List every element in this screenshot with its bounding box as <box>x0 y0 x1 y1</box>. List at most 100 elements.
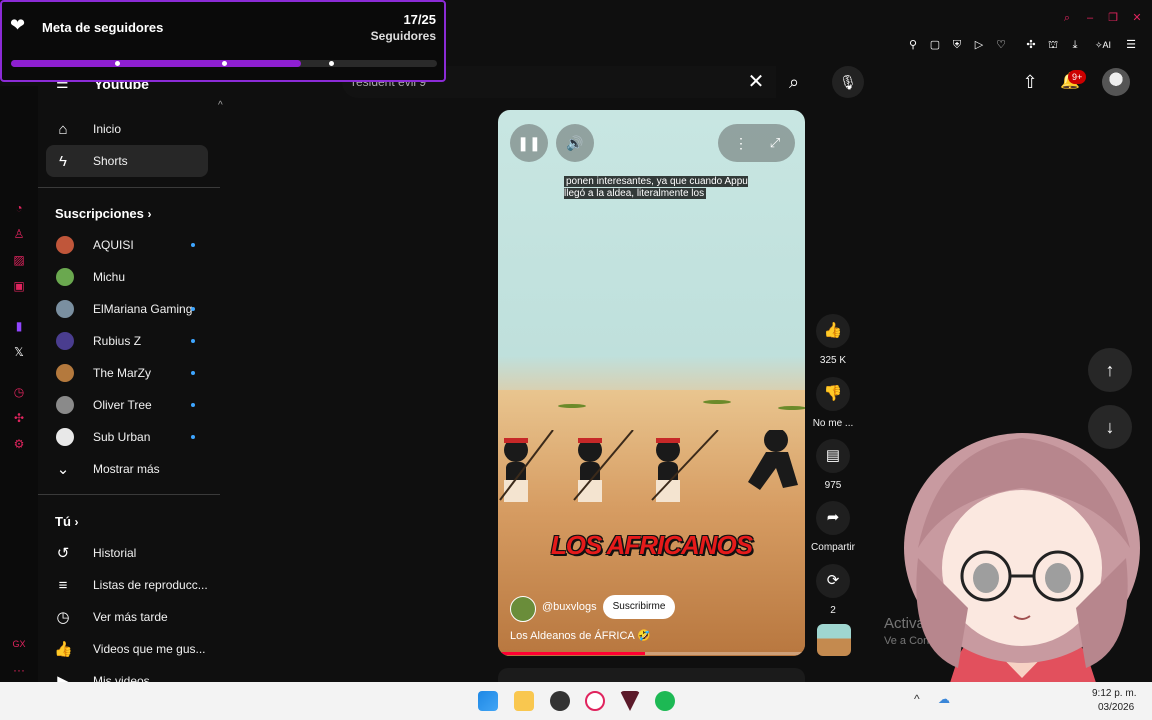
heart-icon[interactable]: ♡ <box>994 38 1008 52</box>
channel-name[interactable]: @buxvlogs <box>542 601 597 613</box>
subscription-item[interactable]: AQUISI <box>46 229 208 261</box>
next-short-preview[interactable] <box>498 668 805 682</box>
snapshot-icon[interactable]: ▢ <box>928 38 942 52</box>
channel-avatar[interactable] <box>510 596 536 622</box>
volume-icon[interactable]: 🔊 <box>556 124 594 162</box>
sidebar-item-my-videos[interactable]: ▶ Mis videos <box>46 665 208 682</box>
sidebar-item-label: Shorts <box>93 154 128 168</box>
bot-icon[interactable]: ♙ <box>11 226 27 242</box>
extensions-sidebar-icon[interactable]: ✣ <box>11 410 27 426</box>
ai-icon[interactable]: ✧AI <box>1090 38 1116 52</box>
notifications-badge: 9+ <box>1068 70 1087 84</box>
subscriptions-heading[interactable]: Suscripciones › <box>55 206 152 221</box>
tree-shape <box>558 404 586 408</box>
channel-avatar <box>56 396 74 414</box>
gx-icon[interactable]: GX <box>11 636 27 652</box>
sidebar-item-playlists[interactable]: ≡ Listas de reproducc... <box>46 569 208 601</box>
subscription-item[interactable]: ElMariana Gaming <box>46 293 208 325</box>
settings-sidebar-icon[interactable]: ⚙ <box>11 436 27 452</box>
opera-gx-icon[interactable] <box>585 691 605 711</box>
upload-icon[interactable]: ⇧ <box>1020 72 1040 92</box>
channel-avatar <box>56 428 74 446</box>
clock-date[interactable]: 03/2026 <box>1098 702 1134 713</box>
video-progress-bar[interactable] <box>498 652 805 655</box>
follower-goal-widget: ❤ Meta de seguidores 17/25 Seguidores <box>0 0 446 82</box>
widget-title: Meta de seguidores <box>42 20 164 35</box>
shield-icon[interactable]: ⛨ <box>950 38 964 52</box>
clock-icon: ◷ <box>56 609 70 626</box>
video-progress-fill <box>498 652 646 655</box>
speed-dial-icon[interactable]: ◔ <box>11 200 27 216</box>
comments-count: 975 <box>824 480 842 491</box>
search-icon[interactable]: ⌕ <box>776 66 812 98</box>
channel-avatar <box>56 268 74 286</box>
subscription-item[interactable]: Rubius Z <box>46 325 208 357</box>
like-button[interactable]: 👍 <box>816 314 850 348</box>
you-heading[interactable]: Tú › <box>55 514 79 529</box>
comments-button[interactable]: ▤ <box>816 439 850 473</box>
start-icon[interactable] <box>478 691 498 711</box>
extensions-icon[interactable]: ✣ <box>1024 38 1038 52</box>
video-title[interactable]: Los Aldeanos de ÁFRICA 🤣 <box>510 629 651 642</box>
file-explorer-icon[interactable] <box>514 691 534 711</box>
subscription-item[interactable]: Sub Urban <box>46 421 208 453</box>
obs-icon[interactable] <box>550 691 570 711</box>
twitch-icon[interactable]: ▮ <box>11 318 27 334</box>
mod-icon[interactable]: ▨ <box>11 252 27 268</box>
share-label: Compartir <box>811 542 855 553</box>
sidebar-item-historial[interactable]: ↺ Historial <box>46 537 208 569</box>
new-content-dot <box>191 371 195 375</box>
sidebar-item-liked-videos[interactable]: 👍 Videos que me gus... <box>46 633 208 665</box>
subscribe-button[interactable]: Suscribirme <box>603 595 675 619</box>
sidebar-item-shorts[interactable]: ϟ Shorts <box>46 145 208 177</box>
milestone-dot <box>115 61 120 66</box>
history-sidebar-icon[interactable]: ◷ <box>11 384 27 400</box>
dislike-button[interactable]: 👎 <box>816 377 850 411</box>
lock-icon[interactable]: ⛫ <box>1046 38 1060 52</box>
clock-time[interactable]: 9:12 p. m. <box>1092 688 1136 699</box>
valorant-icon[interactable] <box>620 691 640 711</box>
pin-icon[interactable]: ⚲ <box>906 38 920 52</box>
microphone-icon[interactable]: 🎙 <box>832 66 864 98</box>
sidebar-item-inicio[interactable]: ⌂ Inicio <box>46 113 208 145</box>
subscription-label: Rubius Z <box>93 334 142 348</box>
account-avatar[interactable] <box>1102 68 1130 96</box>
pause-icon[interactable]: ❚❚ <box>510 124 548 162</box>
onedrive-icon[interactable]: ☁ <box>938 692 950 706</box>
more-sidebar-icon[interactable]: ··· <box>11 662 27 678</box>
remix-button[interactable]: ⟳ <box>816 564 850 598</box>
x-twitter-icon[interactable]: 𝕏 <box>11 344 27 360</box>
likes-count: 325 K <box>819 355 847 366</box>
show-more-button[interactable]: ⌄ Mostrar más <box>46 453 208 485</box>
subscription-item[interactable]: The MarZy <box>46 357 208 389</box>
shorts-video-player[interactable]: ❚❚ 🔊 ⋮ ⤢ ponen interesantes, ya que cuan… <box>498 110 805 656</box>
new-content-dot <box>191 339 195 343</box>
spotify-icon[interactable] <box>655 691 675 711</box>
divider <box>38 494 220 495</box>
restore-icon[interactable]: ❐ <box>1106 11 1120 25</box>
play-icon[interactable]: ▷ <box>972 38 986 52</box>
download-icon[interactable]: ⤓ <box>1068 38 1082 52</box>
tree-shape <box>778 406 805 410</box>
remix-count: 2 <box>830 605 836 616</box>
share-button[interactable]: ➦ <box>816 501 850 535</box>
audio-thumbnail[interactable] <box>817 624 851 656</box>
tray-chevron-icon[interactable]: ^ <box>914 692 920 706</box>
video-options-pill: ⋮ ⤢ <box>718 124 795 162</box>
dislike-label: No me ... <box>812 418 854 429</box>
caption-text: ponen interesantes, ya que cuando Appu l… <box>564 176 748 199</box>
clear-search-icon[interactable]: ✕ <box>746 70 766 94</box>
menu-icon[interactable]: ☰ <box>1124 38 1138 52</box>
minimize-icon[interactable]: – <box>1083 11 1097 25</box>
home-icon: ⌂ <box>58 121 68 138</box>
previous-short-arrow-up-icon[interactable]: ↑ <box>1088 348 1132 392</box>
search-tab-icon[interactable]: ⌕ <box>1060 11 1074 25</box>
fullscreen-icon[interactable]: ⤢ <box>760 124 790 162</box>
close-window-icon[interactable]: ✕ <box>1130 11 1144 25</box>
subscription-item[interactable]: Michu <box>46 261 208 293</box>
subscription-item[interactable]: Oliver Tree <box>46 389 208 421</box>
sidebar-item-watch-later[interactable]: ◷ Ver más tarde <box>46 601 208 633</box>
messenger-icon[interactable]: ▣ <box>11 278 27 294</box>
more-vertical-icon[interactable]: ⋮ <box>726 124 756 162</box>
scroll-up-icon[interactable]: ^ <box>218 100 223 111</box>
